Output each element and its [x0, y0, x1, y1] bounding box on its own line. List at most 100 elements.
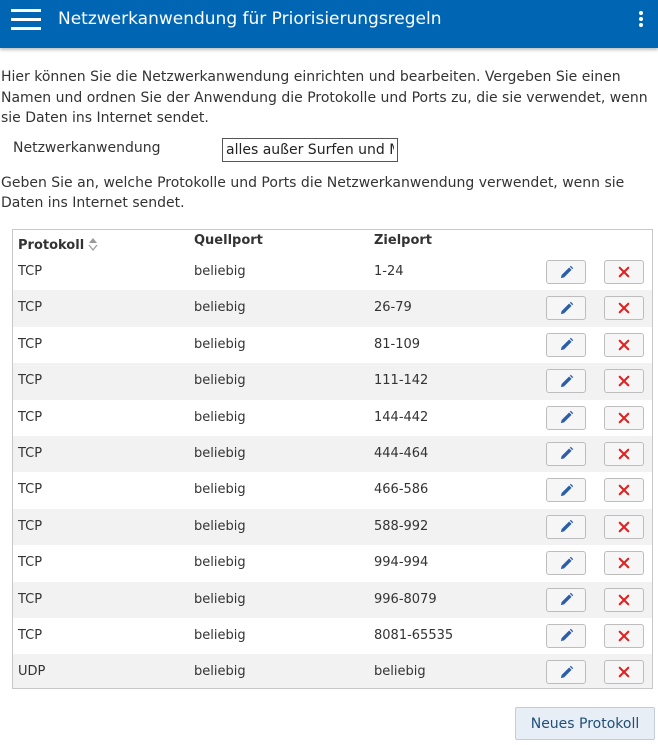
- pencil-icon: [560, 665, 573, 678]
- edit-button[interactable]: [546, 623, 586, 648]
- delete-button[interactable]: [604, 478, 644, 503]
- top-bar: Netzwerkanwendung für Priorisierungsrege…: [0, 0, 658, 48]
- protocol-cell: TCP: [18, 518, 43, 534]
- close-icon: [618, 557, 630, 569]
- delete-button[interactable]: [604, 587, 644, 612]
- delete-button[interactable]: [604, 441, 644, 466]
- source-port-cell: beliebig: [194, 555, 246, 571]
- edit-button[interactable]: [546, 587, 586, 612]
- delete-button[interactable]: [604, 369, 644, 394]
- protocol-cell: TCP: [18, 409, 43, 425]
- table-row: TCP beliebig 8081-65535: [13, 617, 652, 655]
- table-row: TCP beliebig 466-586: [13, 472, 652, 509]
- table-row: TCP beliebig 111-142: [13, 363, 652, 400]
- table-row: TCP beliebig 81-109: [13, 326, 652, 364]
- close-icon: [618, 485, 630, 496]
- table-row: UDP beliebig beliebig: [13, 654, 652, 688]
- application-name-input[interactable]: [222, 138, 398, 162]
- source-port-cell: beliebig: [194, 445, 246, 461]
- edit-button[interactable]: [546, 514, 586, 539]
- edit-button[interactable]: [546, 660, 586, 685]
- table-row: TCP beliebig 444-464: [13, 435, 652, 473]
- delete-button[interactable]: [604, 551, 644, 576]
- delete-button[interactable]: [604, 332, 644, 357]
- column-header-source-port: Quellport: [194, 233, 263, 248]
- dest-port-cell: 466-586: [374, 482, 429, 498]
- edit-button[interactable]: [546, 405, 586, 430]
- dest-port-cell: 996-8079: [374, 591, 437, 607]
- protocol-cell: TCP: [18, 373, 43, 389]
- pencil-icon: [560, 592, 573, 606]
- intro-text: Hier können Sie die Netzwerkanwendung ei…: [1, 69, 648, 126]
- edit-button[interactable]: [546, 551, 586, 576]
- dest-port-cell: beliebig: [374, 664, 426, 680]
- pencil-icon: [560, 483, 573, 496]
- table-row: TCP beliebig 996-8079: [13, 581, 652, 618]
- source-port-cell: beliebig: [194, 336, 246, 352]
- more-vertical-icon[interactable]: [638, 11, 644, 29]
- table-row: TCP beliebig 1-24: [13, 254, 652, 291]
- close-icon: [618, 521, 630, 533]
- table-header: Protokoll Quellport Zielport: [13, 230, 652, 254]
- close-icon: [618, 594, 630, 605]
- dest-port-cell: 81-109: [374, 336, 421, 352]
- pencil-icon: [560, 410, 573, 424]
- page-title: Netzwerkanwendung für Priorisierungsrege…: [58, 9, 442, 29]
- source-port-cell: beliebig: [194, 518, 246, 534]
- source-port-cell: beliebig: [194, 409, 246, 425]
- column-header-protocol[interactable]: Protokoll: [18, 233, 99, 253]
- close-icon: [618, 303, 630, 314]
- close-icon: [618, 375, 630, 387]
- protocol-cell: TCP: [18, 336, 43, 352]
- source-port-cell: beliebig: [194, 627, 246, 643]
- new-protocol-button[interactable]: Neues Protokoll: [515, 707, 655, 740]
- dest-port-cell: 26-79: [374, 300, 412, 316]
- pencil-icon: [560, 265, 573, 278]
- pencil-icon: [560, 301, 573, 315]
- pencil-icon: [560, 374, 573, 387]
- close-icon: [618, 266, 630, 278]
- table-description: Geben Sie an, welche Protokolle und Port…: [1, 175, 625, 211]
- dest-port-cell: 444-464: [374, 445, 429, 461]
- application-name-label: Netzwerkanwendung: [13, 140, 161, 156]
- close-icon: [618, 630, 630, 642]
- delete-button[interactable]: [604, 623, 644, 648]
- edit-button[interactable]: [546, 260, 586, 284]
- delete-button[interactable]: [604, 405, 644, 430]
- dest-port-cell: 8081-65535: [374, 627, 454, 643]
- edit-button[interactable]: [546, 441, 586, 466]
- pencil-icon: [560, 629, 573, 642]
- edit-button[interactable]: [546, 296, 586, 321]
- column-header-dest-port: Zielport: [374, 233, 433, 248]
- edit-button[interactable]: [546, 369, 586, 394]
- table-row: TCP beliebig 994-994: [13, 545, 652, 582]
- protocol-cell: TCP: [18, 300, 43, 316]
- close-icon: [618, 339, 630, 351]
- source-port-cell: beliebig: [194, 482, 246, 498]
- pencil-icon: [560, 519, 573, 533]
- close-icon: [618, 448, 630, 460]
- pencil-icon: [560, 447, 573, 460]
- protocol-table: Protokoll Quellport Zielport TCP beliebig…: [12, 229, 653, 689]
- source-port-cell: beliebig: [194, 264, 246, 279]
- table-row: TCP beliebig 144-442: [13, 399, 652, 436]
- delete-button[interactable]: [604, 514, 644, 539]
- delete-button[interactable]: [604, 296, 644, 321]
- table-row: TCP beliebig 588-992: [13, 508, 652, 546]
- protocol-cell: TCP: [18, 482, 43, 498]
- dest-port-cell: 111-142: [374, 373, 429, 389]
- delete-button[interactable]: [604, 260, 644, 284]
- source-port-cell: beliebig: [194, 664, 246, 680]
- pencil-icon: [560, 338, 573, 351]
- edit-button[interactable]: [546, 478, 586, 503]
- dest-port-cell: 588-992: [374, 518, 429, 534]
- pencil-icon: [560, 556, 573, 569]
- close-icon: [618, 412, 630, 423]
- source-port-cell: beliebig: [194, 373, 246, 389]
- edit-button[interactable]: [546, 332, 586, 357]
- close-icon: [618, 666, 630, 678]
- delete-button[interactable]: [604, 660, 644, 685]
- hamburger-menu-icon[interactable]: [11, 7, 41, 31]
- sort-icon[interactable]: [87, 236, 99, 252]
- protocol-cell: TCP: [18, 555, 43, 571]
